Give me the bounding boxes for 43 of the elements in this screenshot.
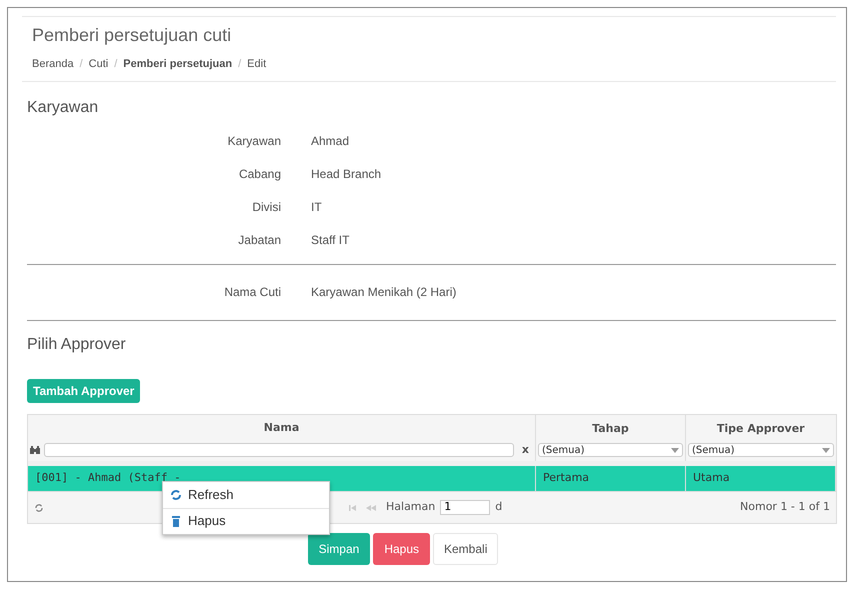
table-cell: Utama: [686, 463, 836, 491]
binoculars-icon: [30, 446, 40, 454]
page-suffix: d: [495, 499, 502, 516]
context-menu-item[interactable]: Hapus: [163, 508, 329, 534]
column-header: Nama: [262, 420, 300, 436]
trash-icon: [170, 515, 182, 527]
refresh-icon[interactable]: [34, 502, 44, 512]
first-page-icon[interactable]: [349, 504, 358, 510]
breadcrumb-link[interactable]: Cuti: [88, 56, 108, 72]
field-value: Karyawan Menikah (2 Hari): [311, 284, 456, 301]
field-value: Head Branch: [311, 166, 382, 183]
column-header: Tahap: [591, 420, 630, 437]
caret-icon: [671, 448, 679, 453]
page-field[interactable]: 1: [440, 500, 490, 515]
field-label: Karyawan: [226, 133, 281, 150]
section-heading: Karyawan: [27, 98, 100, 118]
section-heading: Pilih Approver: [27, 334, 127, 354]
field-value: IT: [311, 199, 322, 216]
page-title: Pemberi persetujuan cuti: [32, 24, 232, 47]
breadcrumb-current: Pemberi persetujuan: [123, 57, 232, 72]
breadcrumb-link[interactable]: Edit: [247, 56, 266, 72]
field-label: Nama Cuti: [223, 284, 281, 301]
filter-dropdown[interactable]: (Semua): [538, 443, 683, 458]
breadcrumb-separator: /: [114, 57, 118, 72]
field-label: Jabatan: [237, 232, 281, 249]
field-label: Cabang: [238, 166, 281, 183]
breadcrumb-link[interactable]: Beranda: [32, 56, 74, 72]
field-value: Ahmad: [311, 133, 350, 150]
table-cell: Pertama: [536, 463, 686, 491]
breadcrumb-separator: /: [80, 57, 83, 72]
filter-field[interactable]: [44, 443, 514, 458]
clear-filter-button[interactable]: x: [522, 442, 529, 458]
filter-dropdown[interactable]: (Semua): [688, 443, 834, 458]
breadcrumb-separator: /: [238, 57, 242, 72]
refresh-icon: [170, 488, 182, 500]
field-value: Staff IT: [311, 232, 350, 249]
record-info: Nomor 1 - 1 of 1: [740, 499, 830, 516]
caret-icon: [822, 448, 830, 453]
field-label: Divisi: [251, 199, 281, 216]
page-label: Halaman: [386, 499, 436, 516]
previous-page-icon[interactable]: [366, 504, 376, 510]
back-button[interactable]: Kembali: [433, 533, 498, 565]
column-header: Tipe Approver: [716, 420, 806, 437]
